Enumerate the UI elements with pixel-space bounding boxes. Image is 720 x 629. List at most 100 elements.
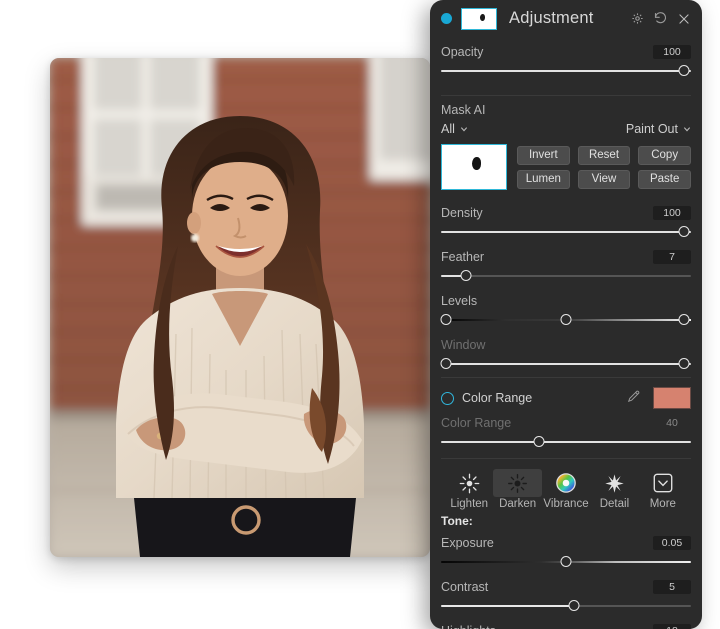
- tool-lighten[interactable]: Lighten: [445, 469, 493, 510]
- detail-icon: [590, 469, 638, 497]
- contrast-row: Contrast 5: [430, 572, 702, 616]
- highlights-row: Highlights 18: [430, 616, 702, 629]
- exposure-slider[interactable]: [441, 554, 691, 570]
- window-slider[interactable]: [440, 356, 691, 372]
- contrast-value[interactable]: 5: [653, 579, 691, 594]
- eyedropper-icon[interactable]: [626, 389, 641, 407]
- portrait-photo: [50, 58, 430, 557]
- color-range-knob[interactable]: [533, 436, 544, 447]
- window-row: Window: [430, 330, 702, 374]
- density-label: Density: [441, 205, 483, 220]
- reset-icon[interactable]: [653, 11, 668, 26]
- color-range-row: Color Range 40: [430, 409, 702, 452]
- color-range-swatch[interactable]: [653, 387, 691, 409]
- lighten-icon: [445, 469, 493, 497]
- density-track: [441, 231, 691, 233]
- window-knob-low[interactable]: [440, 358, 452, 369]
- mask-mode-select[interactable]: Paint Out: [626, 122, 691, 136]
- mask-button-grid: Invert Reset Copy Lumen View Paste: [517, 144, 691, 190]
- tool-lighten-label: Lighten: [450, 498, 489, 510]
- tool-vibrance-label: Vibrance: [543, 498, 589, 510]
- color-range-value[interactable]: 40: [653, 416, 691, 430]
- adjustment-panel: Adjustment Opacity 100 Mask AI All Paint…: [430, 0, 702, 629]
- feather-label: Feather: [441, 249, 485, 264]
- highlights-value[interactable]: 18: [653, 623, 691, 629]
- exposure-row: Exposure 0.05: [430, 528, 702, 572]
- layer-thumbnail-mask-blob: [480, 13, 485, 21]
- tool-darken[interactable]: Darken: [493, 469, 542, 510]
- contrast-label: Contrast: [441, 579, 489, 594]
- mask-ai-selects: All Paint Out: [430, 117, 702, 136]
- tool-vibrance[interactable]: Vibrance: [542, 469, 590, 510]
- mask-subject-value: All: [441, 122, 455, 136]
- feather-track: [441, 275, 691, 277]
- tool-more[interactable]: More: [639, 469, 687, 510]
- levels-row: Levels: [430, 286, 702, 330]
- mask-mode-value: Paint Out: [625, 122, 678, 136]
- feather-row: Feather 7: [430, 242, 702, 286]
- tool-detail-label: Detail: [599, 498, 630, 510]
- feather-value[interactable]: 7: [653, 249, 691, 264]
- opacity-slider[interactable]: [441, 63, 691, 79]
- contrast-knob[interactable]: [568, 600, 579, 611]
- levels-slider[interactable]: [440, 312, 691, 328]
- tone-heading: Tone:: [441, 514, 473, 528]
- contrast-slider[interactable]: [441, 598, 691, 614]
- mask-blob: [472, 157, 481, 170]
- invert-button[interactable]: Invert: [517, 145, 570, 165]
- layer-thumbnail[interactable]: [461, 7, 497, 30]
- color-range-slider[interactable]: [441, 434, 691, 450]
- opacity-label: Opacity: [441, 44, 484, 59]
- density-row: Density 100: [430, 198, 702, 242]
- feather-knob[interactable]: [460, 270, 472, 281]
- mask-subject-select[interactable]: All: [441, 122, 468, 136]
- gear-icon[interactable]: [631, 12, 644, 25]
- view-button[interactable]: View: [577, 169, 631, 189]
- opacity-value[interactable]: 100: [653, 44, 691, 59]
- chevron-down-icon: [683, 127, 691, 132]
- exposure-value[interactable]: 0.05: [653, 535, 691, 550]
- levels-knob-white[interactable]: [678, 314, 689, 325]
- color-range-label: Color Range: [441, 415, 512, 430]
- window-track: [441, 363, 691, 365]
- mask-ai-heading: Mask AI: [441, 103, 486, 117]
- photo-canvas[interactable]: [50, 58, 430, 557]
- lumen-button[interactable]: Lumen: [517, 169, 570, 189]
- opacity-row: Opacity 100: [430, 37, 702, 81]
- levels-knob-black[interactable]: [440, 314, 452, 325]
- panel-header: Adjustment: [430, 0, 702, 37]
- density-knob[interactable]: [678, 226, 689, 237]
- density-value[interactable]: 100: [653, 205, 691, 220]
- tool-row: Lighten Darken Vibrance Detail More: [430, 459, 702, 510]
- exposure-knob[interactable]: [560, 556, 572, 567]
- layer-enabled-dot[interactable]: [441, 13, 452, 24]
- tool-darken-label: Darken: [499, 498, 537, 510]
- color-range-toggle-icon[interactable]: [441, 391, 454, 405]
- paste-button[interactable]: Paste: [638, 169, 691, 189]
- opacity-knob[interactable]: [678, 65, 689, 76]
- tool-detail[interactable]: Detail: [590, 469, 638, 510]
- exposure-label: Exposure: [441, 535, 494, 550]
- density-slider[interactable]: [441, 224, 691, 240]
- darken-icon: [493, 469, 542, 497]
- levels-knob-mid[interactable]: [560, 314, 572, 325]
- color-range-toggle-row: Color Range: [430, 378, 702, 409]
- mask-editor-area: Invert Reset Copy Lumen View Paste: [430, 136, 702, 190]
- window-label: Window: [441, 337, 486, 352]
- color-range-toggle-label: Color Range: [462, 391, 533, 405]
- close-icon[interactable]: [677, 12, 691, 26]
- header-icon-group: [631, 11, 691, 26]
- reset-button[interactable]: Reset: [577, 145, 631, 165]
- panel-title: Adjustment: [509, 9, 594, 27]
- highlights-label: Highlights: [441, 624, 496, 629]
- window-knob-high[interactable]: [678, 358, 689, 369]
- mask-preview-thumbnail[interactable]: [441, 144, 507, 190]
- contrast-track-fill: [441, 605, 574, 607]
- feather-slider[interactable]: [441, 268, 691, 284]
- tool-more-label: More: [649, 498, 676, 510]
- vibrance-icon: [542, 469, 590, 497]
- levels-label: Levels: [441, 293, 478, 308]
- chevron-down-box-icon: [639, 469, 687, 497]
- copy-button[interactable]: Copy: [638, 145, 691, 165]
- chevron-down-icon: [460, 127, 467, 132]
